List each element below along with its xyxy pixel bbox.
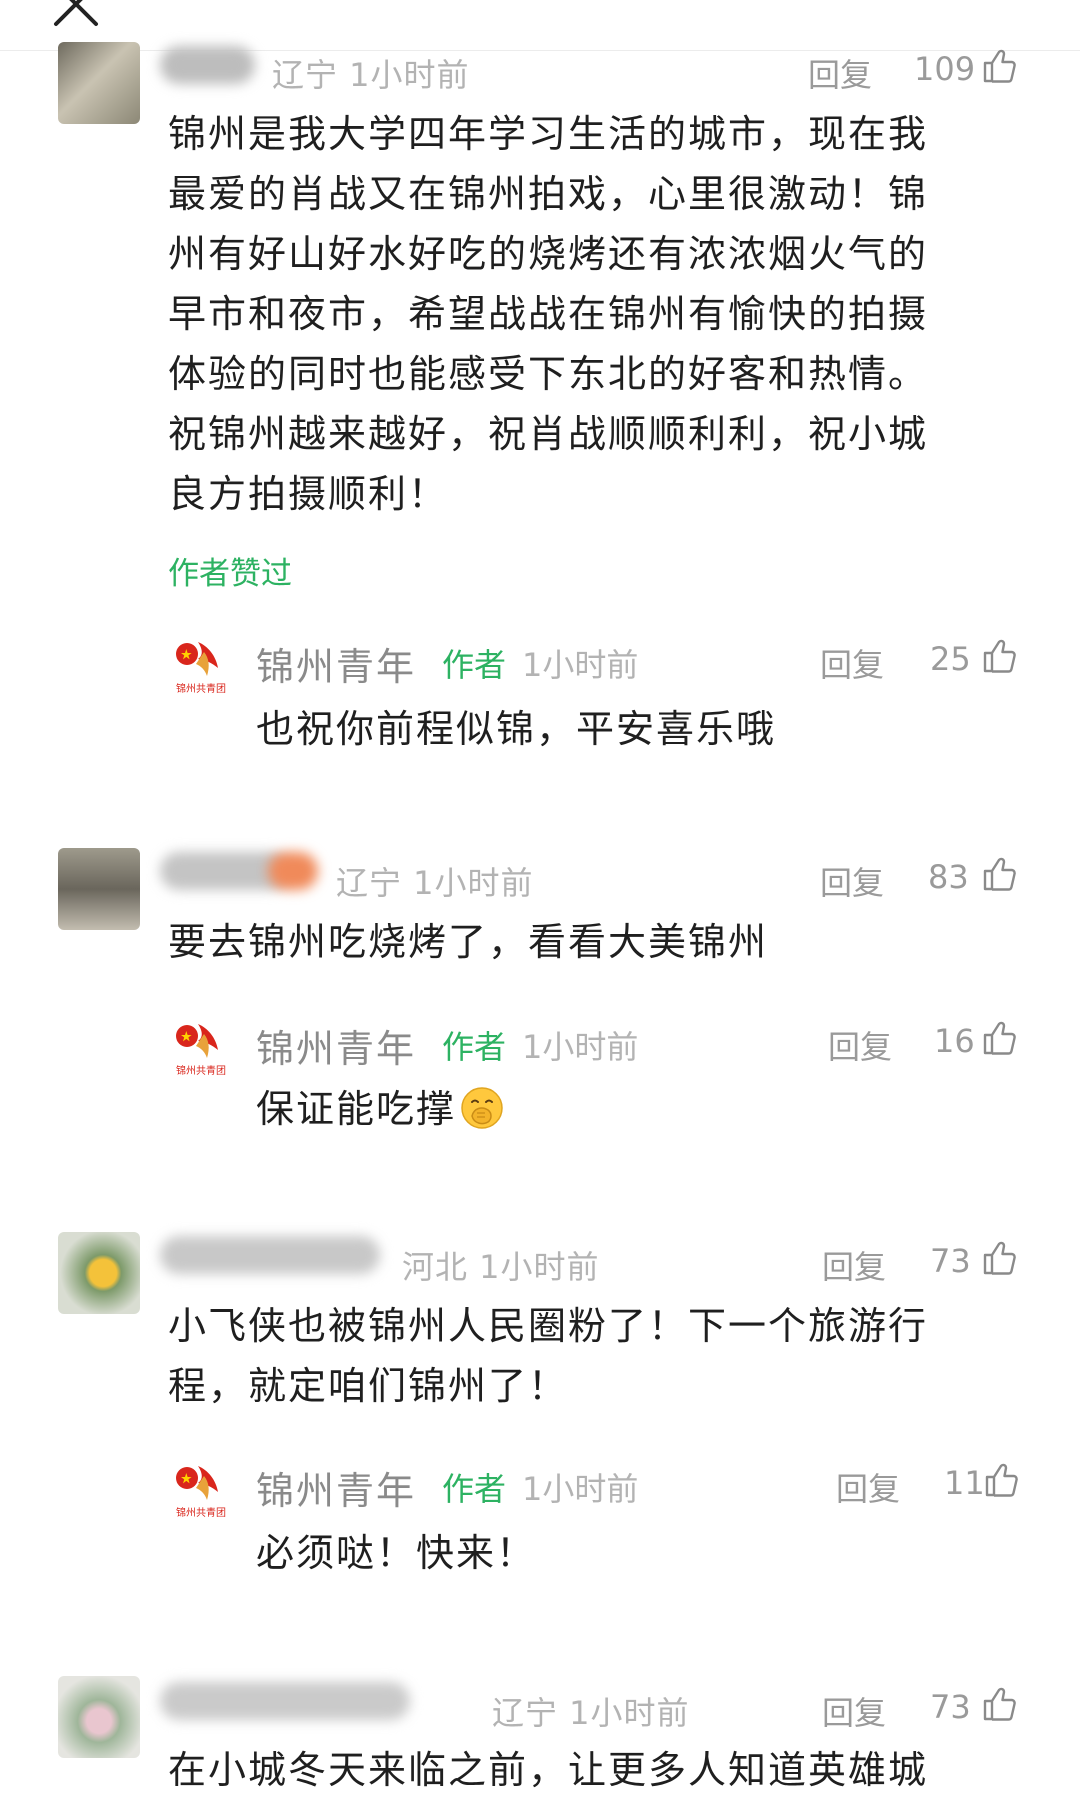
svg-text:锦州共青团: 锦州共青团 <box>176 1506 226 1519</box>
reply-time: 1小时前 <box>522 1470 639 1508</box>
like-count: 73 <box>930 1242 971 1280</box>
close-icon[interactable] <box>48 0 104 32</box>
thumbs-up-icon[interactable] <box>982 1686 1018 1722</box>
comment-line: 早市和夜市，希望战战在锦州有愉快的拍摄 <box>168 292 929 336</box>
username-blurred[interactable] <box>160 1682 410 1720</box>
reply-button[interactable]: 回复 <box>822 1688 886 1734</box>
reply-author-name[interactable]: 锦州青年 <box>256 636 416 691</box>
reply-time: 1小时前 <box>522 646 639 684</box>
comment-line: 州有好山好水好吃的烧烤还有浓浓烟火气的 <box>168 232 929 276</box>
like-count: 25 <box>930 640 971 678</box>
reply-text: 必须哒！快来！ <box>256 1531 537 1575</box>
svg-text:锦州共青团: 锦州共青团 <box>176 682 226 695</box>
thumbs-up-icon[interactable] <box>984 1462 1020 1498</box>
reply-button[interactable]: 回复 <box>836 1464 900 1510</box>
avatar[interactable] <box>58 1232 140 1314</box>
youth-league-logo-icon[interactable]: 锦州共青团 <box>170 1018 232 1080</box>
username-blurred <box>268 852 318 890</box>
comment-text: 在小城冬天来临之前，让更多人知道英雄城 <box>168 1740 1028 1800</box>
comment-line: 祝锦州越来越好，祝肖战顺顺利利，祝小城 <box>168 412 929 456</box>
comment-meta: 辽宁 1小时前 <box>336 864 534 902</box>
thumbs-up-icon[interactable] <box>982 856 1018 892</box>
youth-league-logo-icon[interactable]: 锦州共青团 <box>170 636 232 698</box>
author-tag: 作者 <box>442 1470 507 1508</box>
comment-line: 最爱的肖战又在锦州拍戏，心里很激动！锦 <box>168 172 929 216</box>
comment-line: 程，就定咱们锦州了！ <box>168 1364 569 1408</box>
like-count: 16 <box>934 1022 975 1060</box>
author-liked-badge: 作者赞过 <box>168 556 292 592</box>
comment-text: 小飞侠也被锦州人民圈粉了！下一个旅游行 程，就定咱们锦州了！ <box>168 1296 1028 1416</box>
reply-author-name[interactable]: 锦州青年 <box>256 1018 416 1073</box>
youth-league-logo-icon[interactable]: 锦州共青团 <box>170 1460 232 1522</box>
comment-line: 小飞侠也被锦州人民圈粉了！下一个旅游行 <box>168 1304 929 1348</box>
username-blurred[interactable] <box>160 46 255 84</box>
hand-over-mouth-emoji <box>461 1087 503 1129</box>
thumbs-up-icon[interactable] <box>982 638 1018 674</box>
svg-text:锦州共青团: 锦州共青团 <box>176 1064 226 1077</box>
reply-button[interactable]: 回复 <box>820 858 884 904</box>
reply-button[interactable]: 回复 <box>822 1242 886 1288</box>
thumbs-up-icon[interactable] <box>982 1020 1018 1056</box>
like-count: 83 <box>928 858 969 896</box>
reply-text: 保证能吃撑 <box>256 1080 504 1138</box>
comment-line: 良方拍摄顺利！ <box>168 472 449 516</box>
reply-time: 1小时前 <box>522 1028 639 1066</box>
avatar[interactable] <box>58 1676 140 1758</box>
reply-button[interactable]: 回复 <box>828 1022 892 1068</box>
reply-button[interactable]: 回复 <box>820 640 884 686</box>
comment-line: 锦州是我大学四年学习生活的城市，现在我 <box>168 112 929 156</box>
comment-line: 体验的同时也能感受下东北的好客和热情。 <box>168 352 929 396</box>
like-count: 73 <box>930 1688 971 1726</box>
thumbs-up-icon[interactable] <box>982 48 1018 84</box>
reply-button[interactable]: 回复 <box>808 50 872 96</box>
like-count: 109 <box>914 50 976 88</box>
author-tag: 作者 <box>442 1028 507 1066</box>
author-tag: 作者 <box>442 646 507 684</box>
avatar[interactable] <box>58 42 140 124</box>
like-count: 11 <box>944 1464 985 1502</box>
comment-meta: 辽宁 1小时前 <box>272 56 470 94</box>
comment-text: 要去锦州吃烧烤了，看看大美锦州 <box>168 920 769 964</box>
reply-text: 也祝你前程似锦，平安喜乐哦 <box>256 707 777 751</box>
thumbs-up-icon[interactable] <box>982 1240 1018 1276</box>
comment-meta: 辽宁 1小时前 <box>492 1694 690 1732</box>
username-blurred[interactable] <box>160 1236 380 1274</box>
comment-line: 在小城冬天来临之前，让更多人知道英雄城 <box>168 1748 929 1792</box>
comment-meta: 河北 1小时前 <box>402 1248 600 1286</box>
comment-text: 锦州是我大学四年学习生活的城市，现在我 最爱的肖战又在锦州拍戏，心里很激动！锦 … <box>168 104 1028 524</box>
reply-text-content: 保证能吃撑 <box>256 1087 457 1131</box>
reply-author-name[interactable]: 锦州青年 <box>256 1460 416 1515</box>
avatar[interactable] <box>58 848 140 930</box>
top-bar <box>0 0 1080 51</box>
